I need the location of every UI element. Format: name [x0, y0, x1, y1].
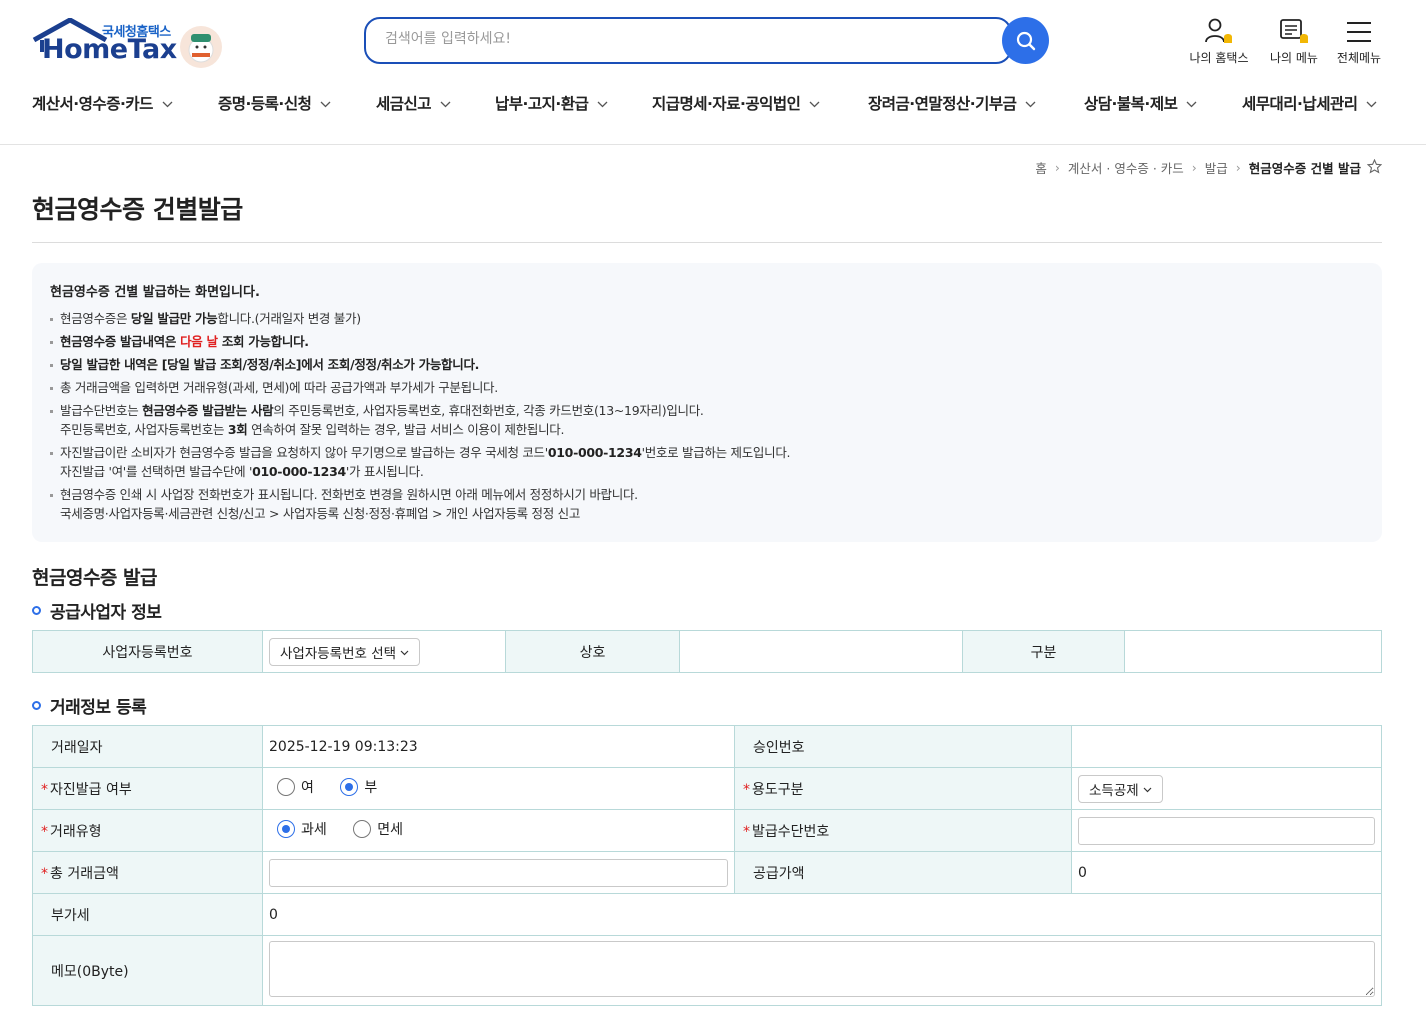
chevron-down-icon	[440, 94, 451, 112]
company-name-value	[679, 630, 963, 673]
guide-item: 당일 발급한 내역은 [당일 발급 조회/정정/취소]에서 조회/정정/취소가 …	[50, 355, 1364, 374]
approval-no-value	[1071, 725, 1382, 768]
issue-means-input[interactable]	[1078, 816, 1375, 845]
chevron-down-icon	[1186, 94, 1197, 112]
favorite-star-icon[interactable]	[1366, 158, 1383, 177]
breadcrumb-home[interactable]: 홈	[1035, 158, 1047, 177]
my-menu-label: 나의 메뉴	[1270, 51, 1318, 65]
chevron-down-icon	[320, 94, 331, 112]
supplier-info-title: 공급사업자 정보	[32, 598, 162, 623]
circle-bullet-icon	[32, 606, 41, 615]
page-title: 현금영수증 건별발급	[32, 195, 243, 224]
business-type-value	[1124, 630, 1382, 673]
trade-type-taxable-radio[interactable]: 과세	[277, 819, 327, 839]
company-name-label: 상호	[505, 630, 680, 673]
menu-path-text: 국세증명·사업자등록·세금관련 신청/신고 > 사업자등록 신청·정정·휴폐업 …	[60, 506, 581, 521]
trade-type-label: * 거래유형	[32, 809, 263, 852]
chevron-right-icon: ›	[1235, 160, 1241, 175]
business-type-label: 구분	[962, 630, 1125, 673]
search-icon	[1016, 31, 1035, 50]
chevron-down-icon	[809, 94, 820, 112]
trade-table: 거래일자 2025-12-19 09:13:23 승인번호 * 자진발급 여부 여…	[32, 725, 1382, 1006]
trade-type-exempt-radio[interactable]: 면세	[353, 819, 403, 839]
chevron-down-icon	[162, 94, 173, 112]
issue-means-label: * 발급수단번호	[734, 809, 1072, 852]
title-divider	[32, 242, 1382, 243]
user-bell-icon	[1205, 18, 1232, 43]
chevron-down-icon	[597, 94, 608, 112]
guide-heading: 현금영수증 건별 발급하는 화면입니다.	[50, 285, 260, 300]
breadcrumb-issue[interactable]: 발급	[1205, 158, 1228, 177]
gnb-item-invoice[interactable]: 계산서·영수증·카드	[32, 92, 173, 114]
supply-amount-value: 0	[1071, 851, 1382, 894]
gnb-item-statement[interactable]: 지급명세·자료·공익법인	[652, 92, 820, 114]
supplier-table: 사업자등록번호 사업자등록번호 선택 상호 구분	[32, 630, 1382, 673]
trade-date-label: 거래일자	[32, 725, 263, 768]
breadcrumb-current: 현금영수증 건별 발급	[1248, 161, 1361, 176]
my-hometax-label: 나의 홈택스	[1189, 51, 1249, 65]
vat-value: 0	[262, 893, 1382, 936]
search-button[interactable]	[1002, 17, 1049, 64]
supply-amount-label: 공급가액	[734, 851, 1072, 894]
chevron-right-icon: ›	[1191, 160, 1197, 175]
menu-bell-icon	[1280, 19, 1308, 43]
total-amount-input[interactable]	[269, 858, 728, 887]
chevron-down-icon	[1366, 94, 1377, 112]
guide-item: 총 거래금액을 입력하면 거래유형(과세, 면세)에 따라 공급가액과 부가세가…	[50, 378, 1364, 397]
circle-bullet-icon	[32, 701, 41, 710]
guide-item: 현금영수증 인쇄 시 사업장 전화번호가 표시됩니다. 전화번호 변경을 원하시…	[50, 485, 1364, 523]
self-issue-no-radio[interactable]: 부	[340, 777, 377, 797]
search-box	[364, 17, 1012, 64]
breadcrumb: 홈 › 계산서 · 영수증 · 카드 › 발급 › 현금영수증 건별 발급	[1035, 158, 1383, 177]
trade-info-title: 거래정보 등록	[32, 693, 147, 718]
guide-item: 현금영수증 발급내역은 다음 날 조회 가능합니다.	[50, 332, 1364, 351]
guide-item: 발급수단번호는 현금영수증 발급받는 사람의 주민등록번호, 사업자등록번호, …	[50, 401, 1364, 439]
my-menu-button[interactable]: 나의 메뉴	[1262, 15, 1326, 66]
self-issue-yes-radio[interactable]: 여	[277, 777, 314, 797]
brn-select[interactable]: 사업자등록번호 선택	[269, 637, 421, 666]
logo-title: HomeTax	[42, 34, 177, 65]
trade-date-value: 2025-12-19 09:13:23	[262, 725, 735, 768]
global-nav: 계산서·영수증·카드 증명·등록·신청 세금신고 납부·고지·환급 지급명세·자…	[0, 92, 1426, 118]
guide-item: 자진발급이란 소비자가 현금영수증 발급을 요청하지 않아 무기명으로 발급하는…	[50, 443, 1364, 481]
breadcrumb-invoice[interactable]: 계산서 · 영수증 · 카드	[1068, 158, 1184, 177]
brn-label: 사업자등록번호	[32, 630, 263, 673]
gnb-item-incentive[interactable]: 장려금·연말정산·기부금	[868, 92, 1036, 114]
my-hometax-button[interactable]: 나의 홈택스	[1184, 15, 1254, 66]
self-issue-label: * 자진발급 여부	[32, 767, 263, 810]
memo-label: 메모(0Byte)	[32, 935, 263, 1006]
all-menu-label: 전체메뉴	[1336, 51, 1382, 65]
chevron-down-icon	[400, 644, 409, 660]
search-input[interactable]	[385, 31, 985, 47]
section-title: 현금영수증 발급	[32, 567, 157, 589]
chevron-right-icon: ›	[1054, 160, 1060, 175]
gnb-item-consult[interactable]: 상담·불복·제보	[1084, 92, 1197, 114]
guide-info-box: 현금영수증 건별 발급하는 화면입니다. 현금영수증은 당일 발급만 가능합니다…	[32, 263, 1382, 542]
usage-type-label: * 용도구분	[734, 767, 1072, 810]
gnb-item-certificate[interactable]: 증명·등록·신청	[218, 92, 331, 114]
total-amount-label: * 총 거래금액	[32, 851, 263, 894]
snowman-mascot-icon	[180, 26, 222, 68]
gnb-item-tax-filing[interactable]: 세금신고	[376, 92, 451, 114]
guide-item: 현금영수증은 당일 발급만 가능합니다.(거래일자 변경 불가)	[50, 309, 1364, 328]
chevron-down-icon	[1143, 781, 1152, 797]
hamburger-icon	[1347, 22, 1371, 42]
gnb-item-agent[interactable]: 세무대리·납세관리	[1242, 92, 1377, 114]
all-menu-button[interactable]: 전체메뉴	[1332, 15, 1386, 66]
memo-textarea[interactable]	[269, 940, 1375, 997]
hometax-logo[interactable]: 국세청홈택스 HomeTax	[32, 16, 227, 72]
gnb-item-payment[interactable]: 납부·고지·환급	[495, 92, 608, 114]
usage-type-select[interactable]: 소득공제	[1078, 774, 1163, 803]
vat-label: 부가세	[32, 893, 263, 936]
chevron-down-icon	[1025, 94, 1036, 112]
site-header: 국세청홈택스 HomeTax 나의 홈택스	[0, 0, 1426, 145]
approval-no-label: 승인번호	[734, 725, 1072, 768]
